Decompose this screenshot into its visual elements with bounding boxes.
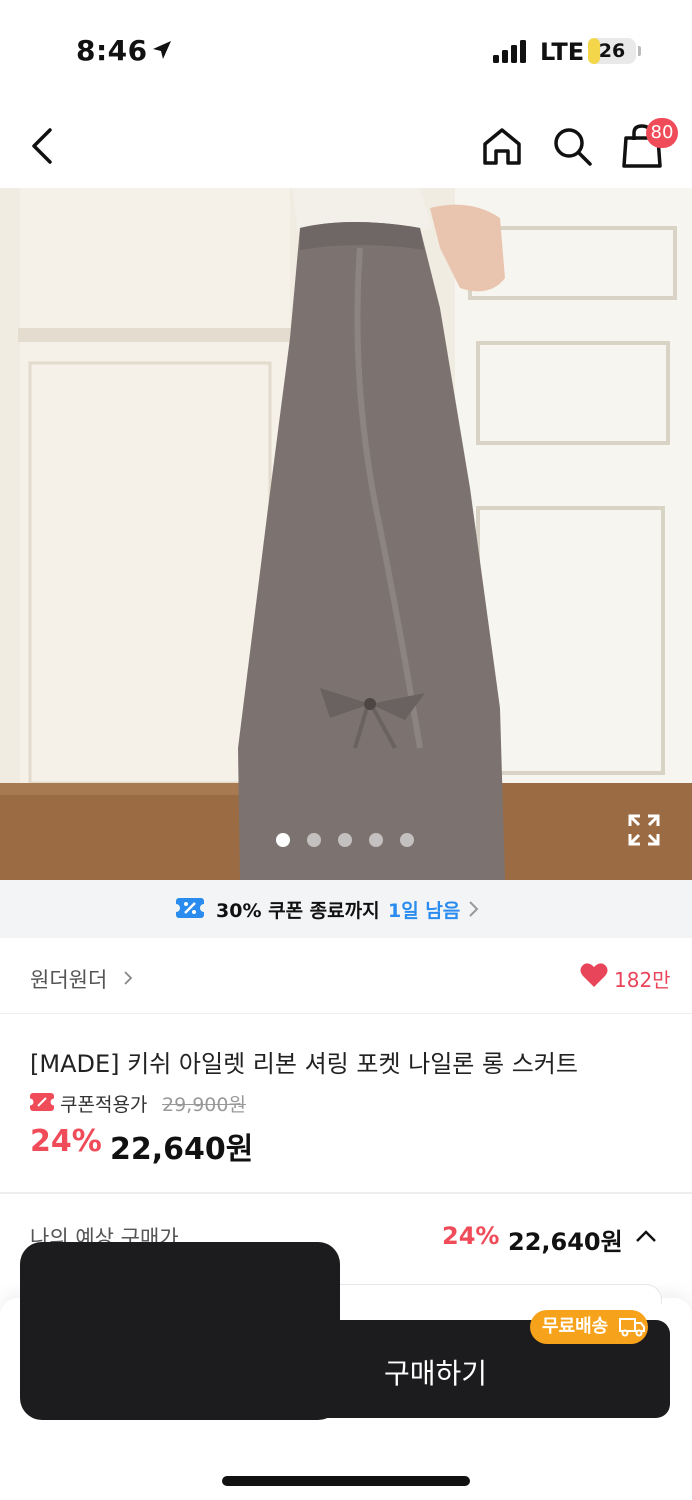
coupon-banner-text: 30% 쿠폰 종료까지 — [216, 900, 380, 922]
chevron-right-icon[interactable] — [122, 970, 134, 986]
battery-level: 26 — [598, 40, 626, 62]
battery-nub — [638, 46, 641, 56]
coupon-price-label: 쿠폰적용가 — [60, 1094, 148, 1116]
discount-rate: 24% — [30, 1124, 102, 1159]
chevron-right-icon — [469, 901, 479, 917]
image-pager — [276, 833, 416, 847]
cart-count-badge: 80 — [646, 118, 678, 148]
battery-indicator: 26 — [588, 38, 636, 64]
pager-dot[interactable] — [307, 833, 321, 847]
like-count: 182만 — [614, 968, 671, 992]
back-icon[interactable] — [22, 124, 62, 168]
coupon-tag-icon — [30, 1093, 54, 1111]
status-bar: 8:46 LTE 26 — [0, 0, 692, 100]
estimated-price: 22,640원 — [508, 1228, 623, 1256]
coupon-countdown-banner[interactable]: 30% 쿠폰 종료까지 1일 남음 — [0, 880, 692, 938]
cellular-signal-icon — [493, 40, 526, 63]
coupon-remaining-time: 1일 남음 — [388, 900, 461, 922]
home-icon[interactable] — [478, 122, 526, 170]
sale-price: 22,640원 — [110, 1132, 254, 1167]
status-time: 8:46 — [76, 34, 148, 67]
redaction-block — [20, 1242, 340, 1420]
original-price: 29,900원 — [162, 1094, 246, 1116]
network-type: LTE — [540, 38, 585, 66]
heart-icon[interactable] — [580, 962, 608, 988]
coupon-icon — [176, 898, 204, 918]
home-indicator — [222, 1476, 470, 1486]
brand-name-link[interactable]: 원더원더 — [30, 964, 107, 994]
estimated-discount-rate: 24% — [442, 1222, 500, 1250]
product-photo — [0, 188, 692, 880]
pager-dot[interactable] — [338, 833, 352, 847]
product-image[interactable] — [0, 188, 692, 880]
buy-button-label: 구매하기 — [384, 1357, 488, 1390]
location-arrow-icon — [153, 41, 171, 59]
pager-dot[interactable] — [369, 833, 383, 847]
chevron-up-icon[interactable] — [634, 1226, 658, 1246]
product-title: [MADE] 키쉬 아일렛 리본 셔링 포켓 나일론 롱 스커트 — [30, 1050, 578, 1078]
search-icon[interactable] — [548, 122, 596, 170]
pager-dot[interactable] — [276, 833, 290, 847]
truck-icon — [619, 1318, 645, 1337]
brand-row: 원더원더 182만 — [0, 938, 692, 1014]
pager-dot[interactable] — [400, 833, 414, 847]
top-nav: 80 — [0, 100, 692, 188]
fullscreen-icon[interactable] — [626, 812, 662, 848]
